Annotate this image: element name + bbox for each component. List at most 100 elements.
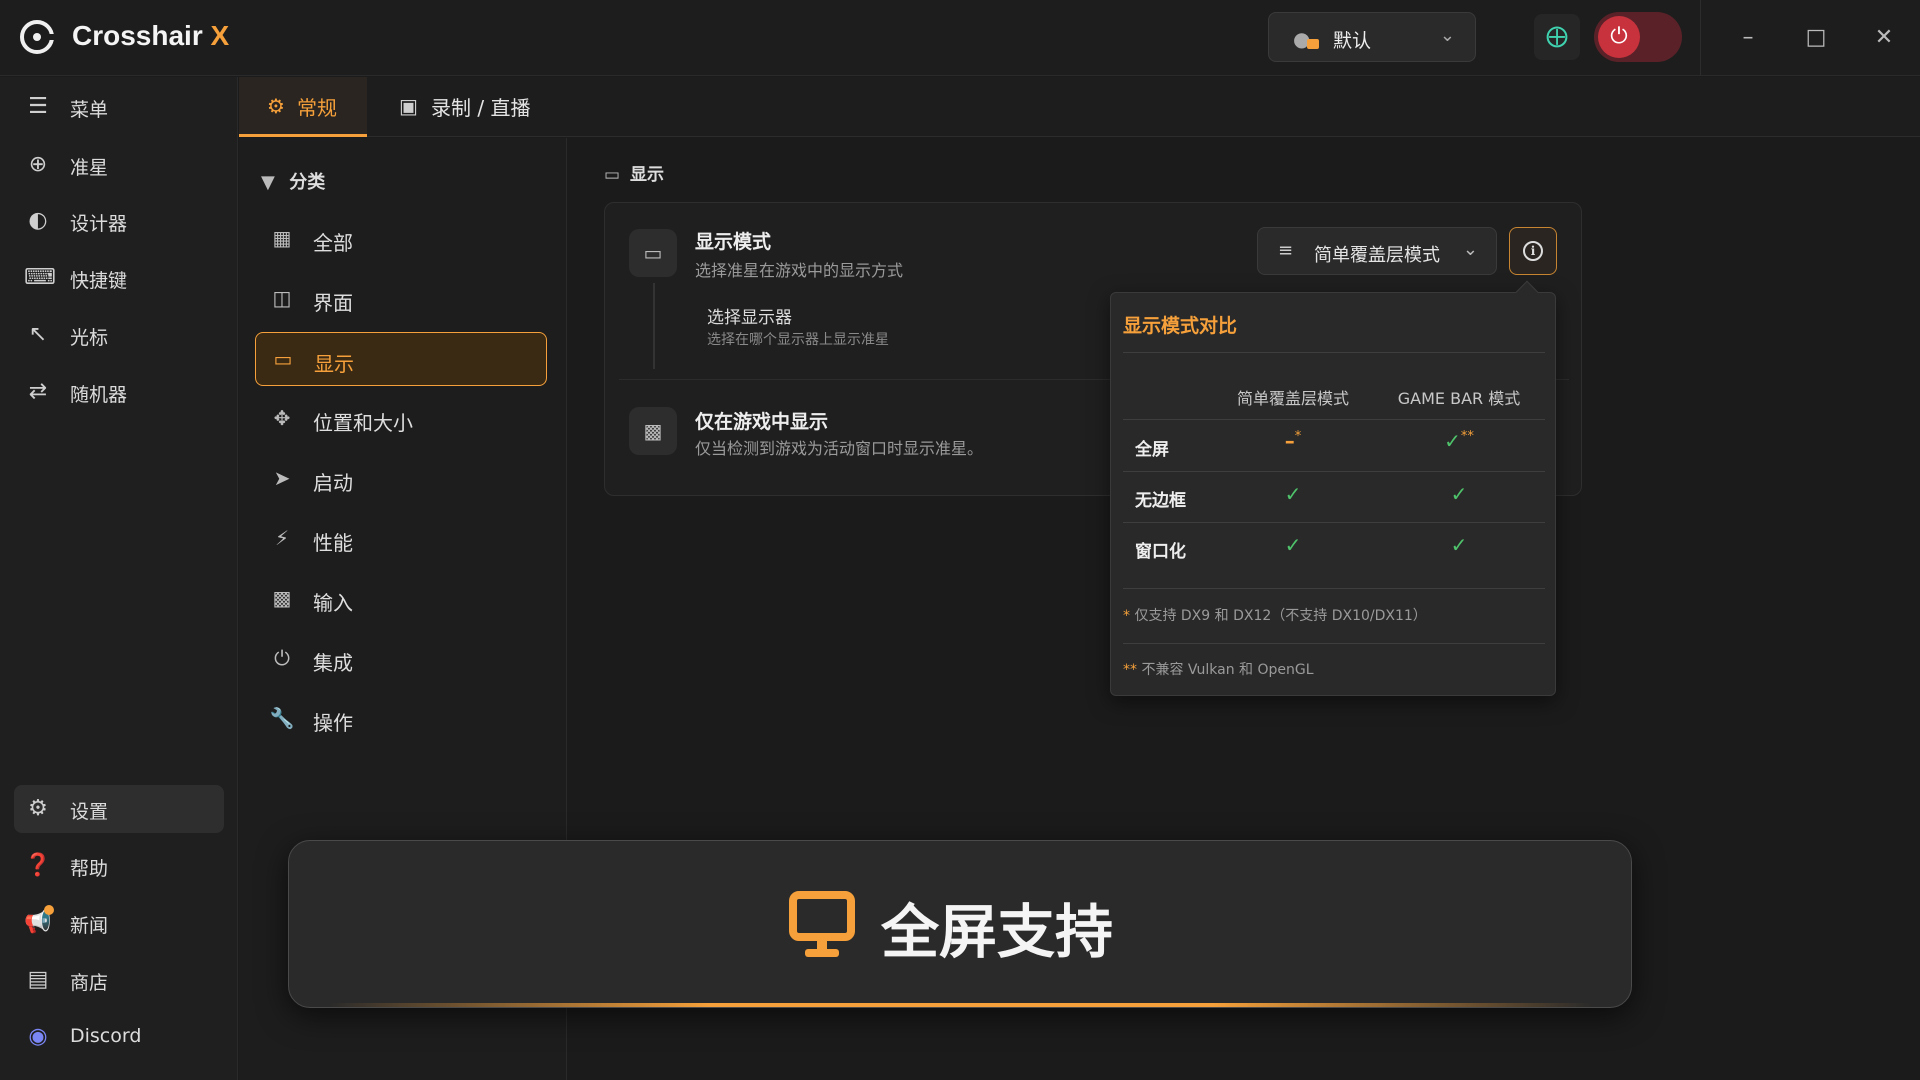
category-label: 位置和大小 [313, 411, 413, 435]
nav-item-label: 准星 [70, 157, 109, 179]
nav-item-label: 商店 [70, 972, 109, 994]
nav-item-hotkeys[interactable]: ⌨ 快捷键 [14, 254, 224, 302]
minimize-button[interactable]: – [1730, 20, 1766, 56]
toast-text: 全屏支持 [881, 898, 1114, 966]
crosshair-icon: ⊕ [28, 152, 48, 177]
gamepad-icon: ▩ [272, 586, 292, 610]
nav-item-menu[interactable]: ☰ 菜单 [14, 83, 224, 131]
category-input[interactable]: ▩ 输入 [255, 572, 547, 626]
help-icon: ❓ [24, 853, 52, 878]
section-title: ▭ 显示 [604, 165, 664, 185]
tab-label: 录制 / 直播 [431, 96, 531, 120]
title-bar: Crosshair X ● 默认 ⌄ ⨁ ⏻ – □ ✕ [0, 0, 1920, 76]
divider [1123, 522, 1545, 523]
info-icon: i [1523, 241, 1543, 261]
column-header: 简单覆盖层模式 [1236, 389, 1349, 408]
table-cell: ✓** [1444, 429, 1474, 453]
category-display[interactable]: ▭ 显示 [255, 332, 547, 386]
select-monitor-desc: 选择在哪个显示器上显示准星 [707, 332, 889, 348]
category-all[interactable]: ▦ 全部 [255, 212, 547, 266]
lock-icon [1307, 39, 1319, 49]
tab-label: 常规 [297, 96, 337, 120]
gamepad-icon: ▩ [629, 407, 677, 455]
cursor-icon: ↖ [28, 322, 48, 347]
category-interface[interactable]: ◫ 界面 [255, 272, 547, 326]
nav-item-label: 帮助 [70, 858, 109, 880]
layout-icon: ◫ [272, 286, 292, 310]
footnote: ** 不兼容 Vulkan 和 OpenGL [1123, 662, 1314, 678]
display-mode-select[interactable]: ≡ 简单覆盖层模式 ⌄ [1257, 227, 1497, 275]
category-label: 操作 [313, 711, 353, 735]
wrench-icon: 🔧 [269, 706, 295, 730]
category-actions[interactable]: 🔧 操作 [255, 692, 547, 746]
nav-item-cursor[interactable]: ↖ 光标 [14, 311, 224, 359]
nav-item-designer[interactable]: ◐ 设计器 [14, 197, 224, 245]
category-performance[interactable]: ⚡ 性能 [255, 512, 547, 566]
discord-icon: ◉ [28, 1024, 48, 1049]
row-label: 窗口化 [1135, 542, 1186, 562]
plug-icon: ⏻ [274, 646, 290, 670]
category-label: 性能 [313, 531, 353, 555]
close-button[interactable]: ✕ [1866, 20, 1902, 56]
category-label: 界面 [313, 291, 353, 315]
category-integration[interactable]: ⏻ 集成 [255, 632, 547, 686]
tab-general[interactable]: ⚙ 常规 [239, 77, 367, 137]
nav-item-label: 菜单 [70, 99, 109, 121]
shuffle-icon: ⇄ [28, 379, 48, 404]
maximize-button[interactable]: □ [1798, 20, 1834, 56]
grid-icon: ▦ [272, 226, 292, 250]
power-icon: ⏻ [1598, 16, 1640, 58]
store-icon: ▤ [27, 967, 49, 992]
check-icon: ✓ [1284, 482, 1302, 506]
tree-connector [653, 283, 655, 369]
video-camera-icon: ▣ [399, 94, 418, 118]
display-mode-desc: 选择准星在游戏中的显示方式 [695, 261, 904, 280]
divider [1123, 643, 1545, 644]
menu-icon: ☰ [28, 94, 48, 119]
category-heading: ▼ 分类 [261, 172, 326, 193]
category-label: 显示 [314, 352, 354, 376]
power-toggle[interactable]: ⏻ [1594, 12, 1682, 62]
info-button[interactable]: i [1509, 227, 1557, 275]
profile-selector[interactable]: ● 默认 ⌄ [1268, 12, 1476, 62]
row-label: 全屏 [1135, 440, 1169, 460]
divider [1700, 0, 1701, 76]
check-icon: ✓ [1284, 533, 1302, 557]
select-monitor-title: 选择显示器 [707, 308, 792, 328]
palette-icon: ◐ [28, 208, 48, 233]
row-label: 无边框 [1135, 491, 1186, 511]
notification-badge [44, 905, 54, 915]
nav-item-store[interactable]: ▤ 商店 [14, 956, 224, 1004]
gear-icon: ⚙ [28, 796, 48, 821]
chevron-down-icon: ⌄ [1439, 25, 1455, 46]
nav-item-news[interactable]: 📢 新闻 [14, 899, 224, 947]
nav-item-label: 快捷键 [70, 270, 128, 292]
nav-item-label: 设置 [70, 801, 109, 823]
divider [1123, 419, 1545, 420]
crosshair-toggle-button[interactable]: ⨁ [1534, 14, 1580, 60]
nav-item-randomizer[interactable]: ⇄ 随机器 [14, 368, 224, 416]
nav-item-label: 设计器 [70, 213, 128, 235]
tab-recording[interactable]: ▣ 录制 / 直播 [387, 77, 547, 137]
toast-progress-bar [329, 1003, 1593, 1007]
nav-item-help[interactable]: ❓ 帮助 [14, 842, 224, 890]
monitor-icon [789, 891, 855, 957]
category-label: 启动 [313, 471, 353, 495]
game-only-desc: 仅当检测到游戏为活动窗口时显示准星。 [695, 439, 984, 458]
move-icon: ✥ [273, 406, 291, 430]
nav-item-settings[interactable]: ⚙ 设置 [14, 785, 224, 833]
app-title: Crosshair X [72, 20, 230, 51]
nav-item-label: 随机器 [70, 384, 128, 406]
nav-item-discord[interactable]: ◉ Discord [14, 1013, 224, 1061]
nav-item-crosshair[interactable]: ⊕ 准星 [14, 141, 224, 189]
category-position-size[interactable]: ✥ 位置和大小 [255, 392, 547, 446]
display-mode-title: 显示模式 [695, 231, 772, 253]
display-mode-comparison-popover: 显示模式对比 简单覆盖层模式 GAME BAR 模式 全屏 –* ✓** 无边框… [1110, 280, 1556, 696]
nav-item-label: Discord [70, 1025, 142, 1047]
column-header: GAME BAR 模式 [1397, 389, 1521, 408]
nav-item-label: 光标 [70, 327, 109, 349]
category-startup[interactable]: ➤ 启动 [255, 452, 547, 506]
gear-icon: ⚙ [267, 94, 285, 118]
divider [1123, 352, 1545, 353]
table-cell: –* [1284, 429, 1302, 453]
